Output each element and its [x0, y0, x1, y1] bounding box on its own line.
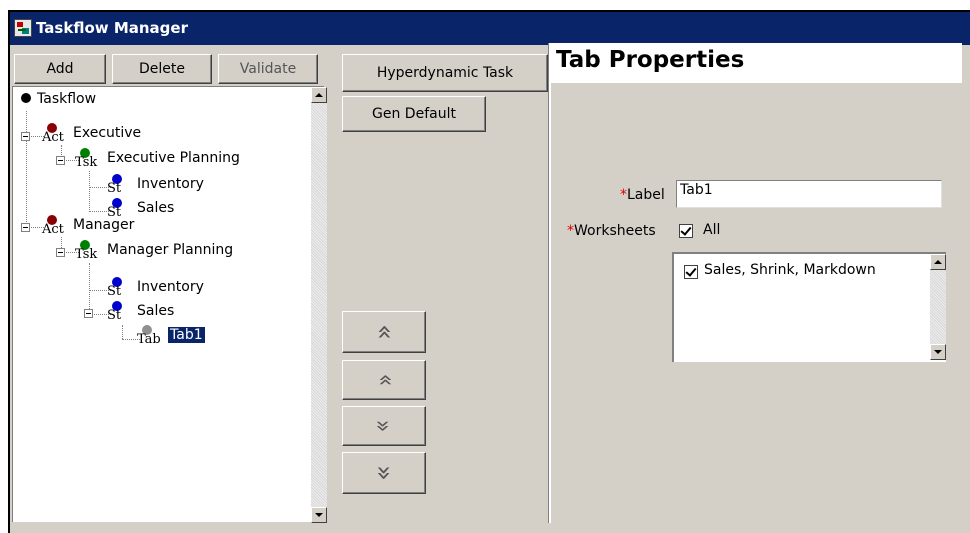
- label-field-label: *Label: [620, 187, 665, 203]
- move-down-button[interactable]: »: [342, 406, 426, 446]
- st-icon: St: [105, 174, 131, 200]
- double-chevron-down-icon: »: [368, 465, 399, 481]
- collapse-executive-icon[interactable]: [21, 132, 30, 141]
- label-input[interactable]: Tab1: [676, 180, 942, 208]
- delete-button[interactable]: Delete: [112, 54, 212, 84]
- validate-button[interactable]: Validate: [218, 54, 318, 84]
- move-top-button[interactable]: »: [342, 311, 426, 353]
- scroll-down-button[interactable]: [311, 507, 327, 523]
- arrow-up-icon: [934, 260, 942, 264]
- arrow-down-icon: [934, 350, 942, 354]
- tree-node-tab1-selected[interactable]: Tab1: [168, 327, 205, 343]
- add-button[interactable]: Add: [14, 54, 106, 84]
- scroll-up-button[interactable]: [311, 87, 327, 103]
- tree-scrollbar[interactable]: [311, 87, 327, 523]
- required-marker: *: [620, 187, 627, 203]
- root-bullet-icon: [21, 93, 31, 103]
- collapse-manager-planning-icon[interactable]: [56, 248, 65, 257]
- tree-node-executive-planning[interactable]: Executive Planning: [107, 150, 240, 166]
- worksheet-item-label[interactable]: Sales, Shrink, Markdown: [704, 262, 876, 278]
- st-icon: St: [105, 301, 131, 327]
- st-icon: St: [105, 277, 131, 303]
- tree-node-exec-inventory[interactable]: Inventory: [137, 176, 204, 192]
- tree-node-executive[interactable]: Executive: [73, 125, 141, 141]
- move-up-button[interactable]: »: [342, 360, 426, 400]
- gen-default-button[interactable]: Gen Default: [342, 96, 486, 132]
- properties-title: Tab Properties: [556, 47, 745, 73]
- properties-header: Tab Properties: [550, 43, 962, 83]
- act-icon: Act: [40, 123, 66, 149]
- chevron-down-icon: »: [368, 419, 400, 433]
- app-icon: [14, 19, 32, 37]
- chevron-up-icon: »: [368, 373, 400, 387]
- all-worksheets-checkbox[interactable]: [679, 224, 693, 238]
- tree-node-mgr-sales[interactable]: Sales: [137, 303, 174, 319]
- required-marker: *: [567, 223, 574, 239]
- tree-node-manager[interactable]: Manager: [73, 217, 134, 233]
- tsk-icon: Tsk: [73, 240, 99, 266]
- taskflow-tree[interactable]: Taskflow Act Executive Tsk Executive Pla…: [12, 86, 327, 523]
- hyperdynamic-task-button[interactable]: Hyperdynamic Task: [342, 54, 548, 92]
- all-worksheets-label: All: [703, 222, 721, 238]
- collapse-executive-planning-icon[interactable]: [56, 156, 65, 165]
- worksheet-item-checkbox[interactable]: [684, 265, 698, 279]
- arrow-down-icon: [315, 513, 323, 517]
- title-bar: Taskflow Manager: [10, 12, 970, 45]
- scroll-up-button[interactable]: [930, 254, 946, 270]
- move-bottom-button[interactable]: »: [342, 452, 426, 494]
- tree-node-mgr-inventory[interactable]: Inventory: [137, 279, 204, 295]
- collapse-manager-icon[interactable]: [21, 223, 30, 232]
- collapse-sales-icon[interactable]: [84, 309, 93, 318]
- panel-divider: [548, 43, 551, 523]
- act-icon: Act: [40, 215, 66, 241]
- worksheets-scrollbar[interactable]: [930, 254, 946, 360]
- worksheets-listbox[interactable]: Sales, Shrink, Markdown: [672, 252, 946, 362]
- tree-node-exec-sales[interactable]: Sales: [137, 200, 174, 216]
- double-chevron-up-icon: »: [368, 324, 399, 340]
- scroll-down-button[interactable]: [930, 344, 946, 360]
- tsk-icon: Tsk: [73, 148, 99, 174]
- worksheets-field-label: *Worksheets: [567, 223, 656, 239]
- window-title: Taskflow Manager: [36, 19, 188, 37]
- tree-node-manager-planning[interactable]: Manager Planning: [107, 242, 233, 258]
- arrow-up-icon: [315, 93, 323, 97]
- tree-node-taskflow[interactable]: Taskflow: [21, 91, 96, 107]
- tab-icon: Tab: [135, 325, 161, 351]
